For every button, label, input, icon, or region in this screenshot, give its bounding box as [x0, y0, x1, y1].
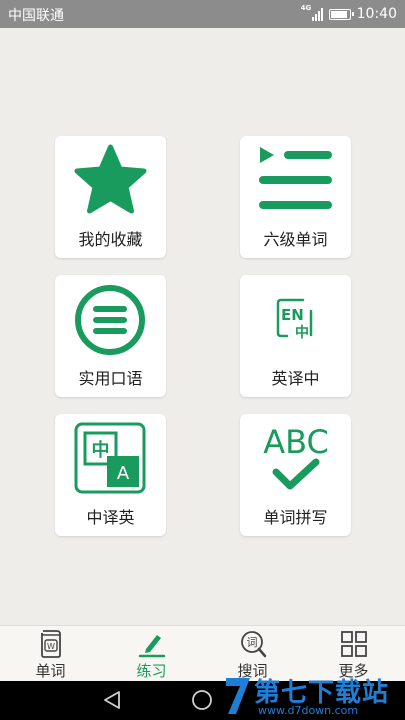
circle-menu-icon	[75, 285, 145, 355]
tab-label: 单词	[35, 662, 66, 680]
svg-text:词: 词	[247, 636, 258, 649]
home-icon[interactable]	[191, 689, 213, 711]
svg-text:EN: EN	[281, 306, 304, 324]
tile-favorites[interactable]: 我的收藏	[55, 136, 166, 258]
tile-label: 中译英	[86, 508, 135, 527]
en-zh-icon: EN 中	[276, 298, 313, 341]
tile-label: 我的收藏	[78, 230, 143, 249]
svg-text:中: 中	[92, 439, 110, 461]
battery-icon	[328, 8, 354, 20]
tile-label: 实用口语	[78, 369, 143, 388]
watermark-logo-icon	[226, 678, 250, 714]
word-book-icon: W	[41, 630, 61, 658]
tile-label: 单词拼写	[263, 508, 328, 527]
tile-spelling[interactable]: ABC 单词拼写	[240, 414, 351, 536]
tile-cet6-words[interactable]: 六级单词	[240, 136, 351, 258]
list-icon	[259, 147, 332, 209]
search-word-icon: 词	[241, 631, 267, 658]
signal-icon: 4G	[300, 4, 323, 23]
tile-label: 英译中	[271, 369, 320, 388]
watermark-url: www.d7down.com	[258, 704, 359, 717]
svg-text:W: W	[47, 642, 55, 651]
pen-icon	[138, 635, 166, 658]
zh-en-icon: 中 A	[74, 422, 146, 494]
back-icon[interactable]	[101, 689, 123, 711]
svg-text:A: A	[117, 463, 130, 484]
abc-check-icon: ABC	[263, 423, 329, 490]
tile-en-to-zh[interactable]: EN 中 英译中	[240, 275, 351, 397]
tab-practice[interactable]: 练习	[101, 626, 202, 682]
carrier-name: 中国联通	[8, 8, 64, 24]
svg-text:中: 中	[295, 324, 309, 341]
svg-text:ABC: ABC	[263, 423, 329, 461]
tile-spoken-phrases[interactable]: 实用口语	[55, 275, 166, 397]
star-icon	[74, 144, 147, 214]
status-indicators: 4G 10:40	[301, 4, 397, 24]
network-type: 4G	[300, 4, 312, 12]
tile-label: 六级单词	[263, 230, 328, 249]
status-bar: 中国联通 4G 10:40	[0, 0, 405, 28]
tile-zh-to-en[interactable]: 中 A 中译英	[55, 414, 166, 536]
tab-label: 练习	[136, 662, 167, 680]
tab-words[interactable]: W 单词	[0, 626, 101, 682]
clock: 10:40	[356, 6, 397, 22]
grid-icon	[341, 631, 367, 657]
watermark: 第七下载站 www.d7down.com	[218, 670, 403, 720]
